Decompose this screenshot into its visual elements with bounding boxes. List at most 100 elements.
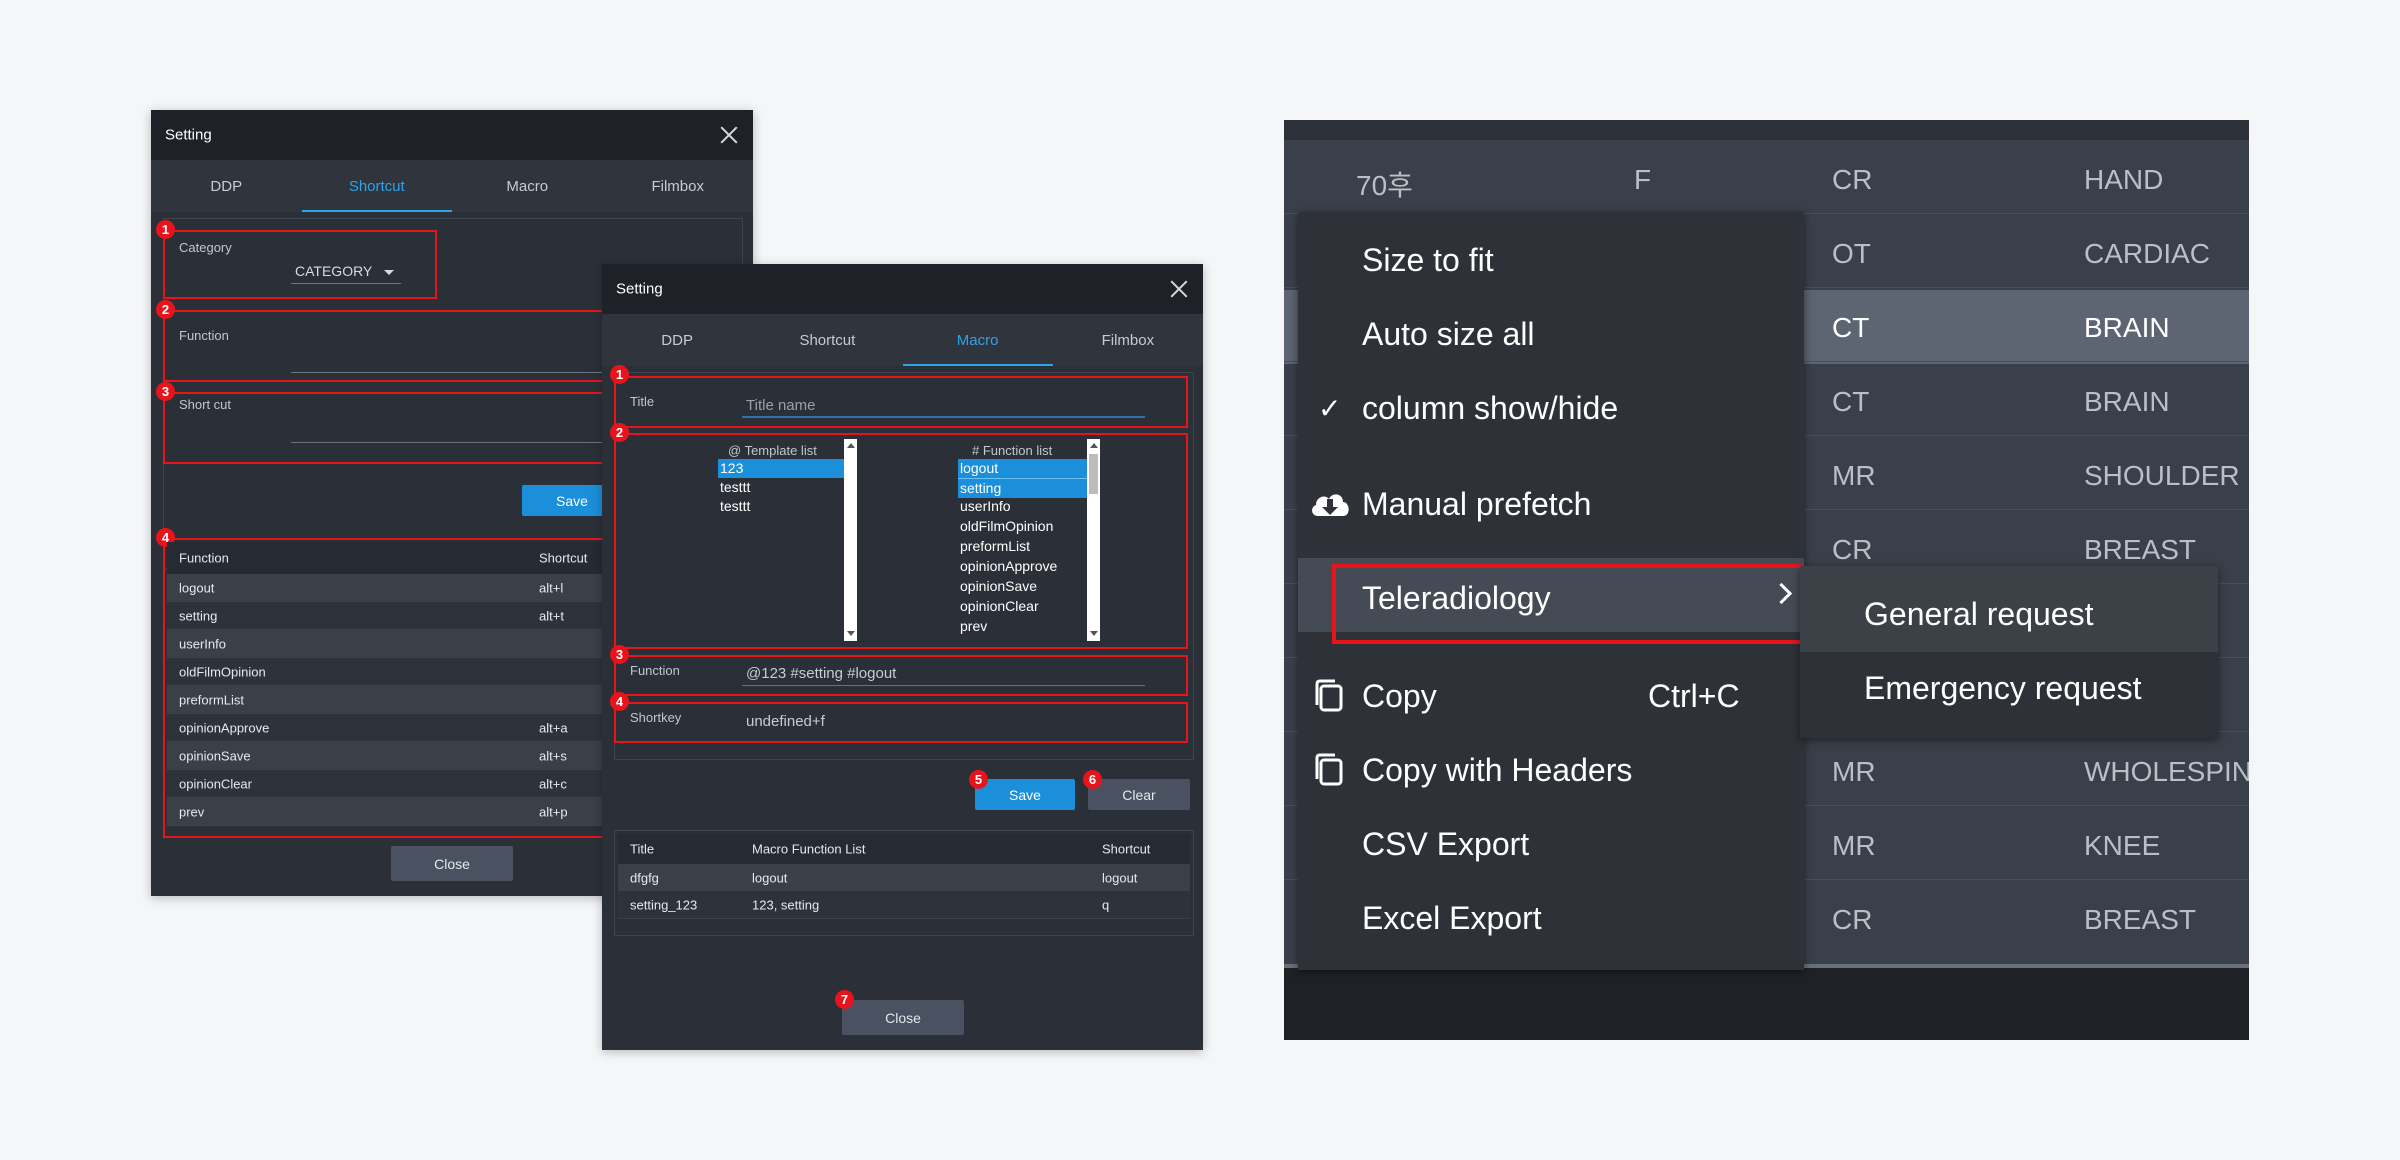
teleradiology-submenu: General request Emergency request: [1800, 566, 2218, 738]
grid-cell-bodypart: WHOLESPIN: [2084, 756, 2249, 787]
badge-5: 5: [969, 770, 988, 789]
cell-function: userInfo: [179, 636, 226, 651]
list-item[interactable]: setting: [958, 478, 1089, 498]
cell-function: opinionClear: [179, 776, 252, 791]
tab-shortcut[interactable]: Shortcut: [752, 314, 902, 366]
submenu-item-emergency-request[interactable]: Emergency request: [1800, 652, 2218, 738]
clear-button[interactable]: Clear: [1088, 779, 1190, 810]
function-label: Function: [179, 328, 229, 343]
category-select[interactable]: CATEGORY: [291, 260, 401, 284]
menu-item-column-show-hide[interactable]: column show/hide: [1362, 390, 1618, 427]
cell-function: prev: [179, 804, 205, 819]
grid-cell-bodypart: KNEE: [2084, 830, 2161, 861]
badge-2: 2: [156, 300, 175, 319]
function-list-scrollbar[interactable]: [1087, 439, 1100, 641]
table-row[interactable]: dfgfg logout logout: [618, 864, 1190, 892]
cell-shortcut: logout: [1102, 870, 1138, 885]
template-list-scrollbar[interactable]: [844, 439, 857, 641]
list-item[interactable]: logout: [958, 459, 1089, 478]
badge-3: 3: [156, 382, 175, 401]
menu-item-manual-prefetch[interactable]: Manual prefetch: [1362, 486, 1591, 523]
scroll-up-arrow-icon[interactable]: [1090, 443, 1098, 448]
scroll-up-arrow-icon[interactable]: [847, 443, 855, 448]
badge-2: 2: [610, 423, 629, 442]
close-button[interactable]: Close: [842, 1000, 964, 1035]
submenu-item-general-request[interactable]: General request: [1800, 566, 2218, 652]
template-list-box[interactable]: @ Template list 123 testtt testtt: [718, 439, 860, 641]
category-select-value: CATEGORY: [295, 263, 373, 279]
tab-macro[interactable]: Macro: [452, 160, 603, 212]
cell-function: preformList: [179, 692, 245, 707]
cell-shortcut: alt+c: [539, 776, 567, 791]
list-item[interactable]: opinionApprove: [958, 557, 1089, 576]
close-icon[interactable]: [1168, 278, 1190, 300]
grid-cell-modality: CR: [1832, 904, 1873, 935]
copy-icon: [1315, 679, 1343, 712]
save-button[interactable]: Save: [975, 779, 1075, 810]
list-item[interactable]: oldFilmOpinion: [958, 517, 1089, 536]
grid-cell-age: 70후: [1356, 170, 1413, 201]
close-button[interactable]: Close: [391, 846, 513, 881]
general-request-label: General request: [1864, 596, 2094, 632]
dialog-title-bar: Setting: [151, 110, 753, 160]
close-icon[interactable]: [718, 124, 740, 146]
macro-shortkey-value: undefined+f: [746, 713, 825, 730]
cell-title: dfgfg: [630, 870, 659, 885]
menu-item-copy-with-headers[interactable]: Copy with Headers: [1362, 752, 1632, 789]
function-list-box[interactable]: # Function list logout setting userInfo …: [958, 439, 1103, 641]
list-item[interactable]: testtt: [718, 478, 846, 497]
grid-cell-modality: MR: [1832, 830, 1876, 861]
macro-table: Title Macro Function List Shortcut dfgfg…: [618, 834, 1190, 930]
tab-ddp[interactable]: DDP: [602, 314, 752, 366]
grid-cell-bodypart: HAND: [2084, 164, 2164, 195]
context-menu: Size to fit Auto size all ✓ column show/…: [1298, 212, 1804, 970]
list-item[interactable]: userInfo: [958, 497, 1089, 516]
table-header-macro-function-list: Macro Function List: [752, 841, 866, 857]
grid-cell-modality: CT: [1832, 312, 1870, 343]
emergency-request-label: Emergency request: [1864, 670, 2142, 706]
scrollbar-thumb[interactable]: [1089, 454, 1098, 494]
macro-function-input[interactable]: @123 #setting #logout: [742, 660, 1145, 686]
menu-item-size-to-fit[interactable]: Size to fit: [1362, 242, 1494, 279]
scroll-down-arrow-icon[interactable]: [847, 631, 855, 636]
cloud-download-icon: [1312, 494, 1349, 516]
list-item[interactable]: prev: [958, 617, 1089, 636]
check-icon: ✓: [1318, 393, 1342, 424]
category-label: Category: [179, 240, 232, 255]
badge-7: 7: [835, 990, 854, 1009]
menu-item-copy[interactable]: Copy: [1362, 678, 1437, 715]
settings-tabs: DDP Shortcut Macro Filmbox: [602, 314, 1203, 366]
tab-ddp[interactable]: DDP: [151, 160, 302, 212]
grid-top-strip: [1284, 120, 2249, 140]
list-item[interactable]: opinionSave: [958, 577, 1089, 596]
cell-function: oldFilmOpinion: [179, 664, 266, 679]
list-item[interactable]: testtt: [718, 497, 846, 516]
cell-function: setting: [179, 608, 218, 623]
grid-cell-bodypart: BREAST: [2084, 904, 2197, 935]
menu-item-excel-export[interactable]: Excel Export: [1362, 900, 1542, 937]
function-list-header: # Function list: [972, 443, 1053, 458]
cell-macro-function-list: logout: [752, 870, 788, 885]
cell-shortcut: alt+t: [539, 608, 564, 623]
menu-item-csv-export[interactable]: CSV Export: [1362, 826, 1529, 863]
cell-macro-function-list: 123, setting: [752, 897, 820, 912]
macro-shortkey-input[interactable]: undefined+f: [742, 707, 1145, 733]
tab-macro[interactable]: Macro: [902, 314, 1054, 366]
macro-title-input[interactable]: Title name: [742, 390, 1145, 418]
macro-title-label: Title: [630, 394, 655, 409]
macro-title-placeholder: Title name: [746, 397, 816, 414]
list-item[interactable]: 123: [718, 459, 846, 478]
tab-filmbox[interactable]: Filmbox: [1053, 314, 1203, 366]
template-list-header: @ Template list: [728, 443, 817, 458]
grid-cell-sex: F: [1634, 164, 1652, 195]
table-row[interactable]: setting_123 123, setting q: [618, 891, 1190, 919]
tab-filmbox[interactable]: Filmbox: [603, 160, 754, 212]
tab-shortcut[interactable]: Shortcut: [301, 160, 453, 212]
menu-item-auto-size-all[interactable]: Auto size all: [1362, 316, 1535, 353]
list-item[interactable]: opinionClear: [958, 597, 1089, 616]
cell-function: opinionApprove: [179, 720, 270, 735]
dialog-title-bar: Setting: [602, 264, 1203, 314]
list-item[interactable]: preformList: [958, 537, 1089, 556]
cell-shortcut: alt+p: [539, 804, 568, 819]
scroll-down-arrow-icon[interactable]: [1090, 631, 1098, 636]
